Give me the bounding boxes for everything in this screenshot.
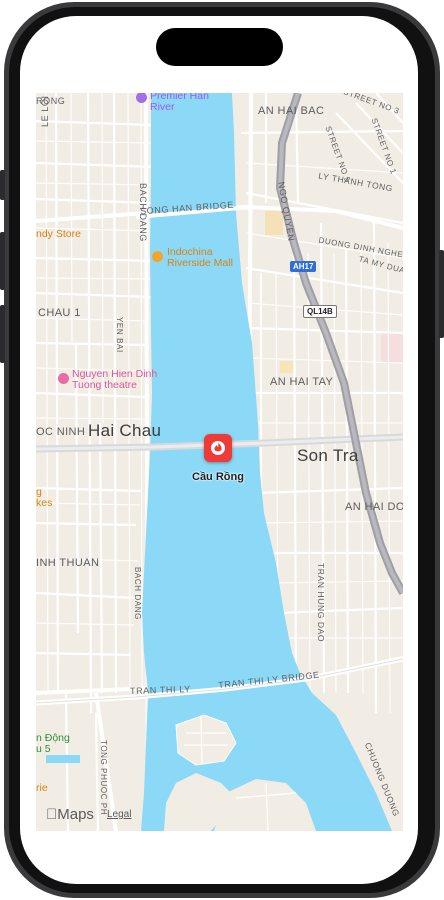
apple-icon: 	[46, 806, 57, 823]
poi-nguyen-hien-dinh-theatre[interactable]: Nguyen Hien Dinh Tuong theatre	[72, 369, 157, 391]
district-label-oc-ninh: OC NINH	[36, 426, 86, 438]
power-button	[439, 250, 444, 338]
mute-switch	[0, 170, 5, 200]
poi-orange-partial-line2: kes	[36, 497, 53, 509]
district-label-an-hai-do: AN HAI DO	[345, 501, 403, 513]
highway-shield-ql14b: QL14B	[303, 305, 337, 318]
poi-premier-han-line2: River	[150, 101, 175, 113]
city-label-son-tra: Son Tra	[297, 446, 359, 465]
theatre-icon[interactable]	[58, 373, 69, 384]
street-label-yen-bai: YEN BAI	[115, 317, 124, 353]
map-view[interactable]: RONG LE LOI BACH DANG SONG HAN BRIDGE YE…	[36, 93, 403, 831]
district-label-an-hai-tay: AN HAI TAY	[270, 376, 334, 388]
dynamic-island	[156, 28, 283, 66]
city-label-hai-chau: Hai Chau	[88, 421, 162, 440]
shopping-icon[interactable]	[152, 251, 163, 262]
selected-place-pin[interactable]	[204, 434, 232, 462]
district-label-inh-thuan: INH THUAN	[36, 557, 100, 569]
street-label-le-loi: LE LOI	[40, 95, 50, 127]
volume-down-button	[0, 305, 5, 363]
street-label-tran-hung-dao: TRAN HUNG DAO	[316, 563, 326, 643]
maps-logo-text: Maps	[46, 806, 94, 823]
poi-premier-han-river[interactable]: Premier Han River	[150, 93, 209, 113]
poi-green-line2: u 5	[36, 743, 51, 755]
poi-green-partial[interactable]: n Động u 5	[36, 733, 70, 755]
poi-nguyen-line2: Tuong theatre	[72, 379, 137, 391]
poi-orange-partial[interactable]: g kes	[36, 487, 52, 509]
apple-maps-logo: Maps	[46, 806, 94, 823]
district-label-chau-1: CHAU 1	[38, 307, 81, 319]
district-label-an-hai-bac: AN HAI BAC	[258, 105, 325, 117]
poi-candy-store[interactable]: ndy Store	[36, 229, 81, 240]
street-label-bach-dang-bottom: BACH DANG	[133, 567, 142, 620]
legal-link[interactable]: Legal	[107, 809, 131, 820]
poi-orange-bottom[interactable]: rie	[36, 783, 48, 794]
volume-up-button	[0, 232, 5, 290]
phone-frame: RONG LE LOI BACH DANG SONG HAN BRIDGE YE…	[0, 0, 444, 900]
street-label-tong-phuoc-phu: TONG PHUOC PH	[99, 740, 108, 816]
highway-shield-ah17: AH17	[290, 261, 317, 272]
flame-icon	[211, 441, 225, 455]
selected-place-label[interactable]: Cầu Rồng	[192, 471, 244, 483]
poi-indochina-riverside-mall[interactable]: Indochina Riverside Mall	[167, 247, 233, 269]
poi-indochina-line2: Riverside Mall	[167, 257, 233, 269]
street-label-tran-thi-ly: TRAN THI LY	[129, 683, 191, 697]
